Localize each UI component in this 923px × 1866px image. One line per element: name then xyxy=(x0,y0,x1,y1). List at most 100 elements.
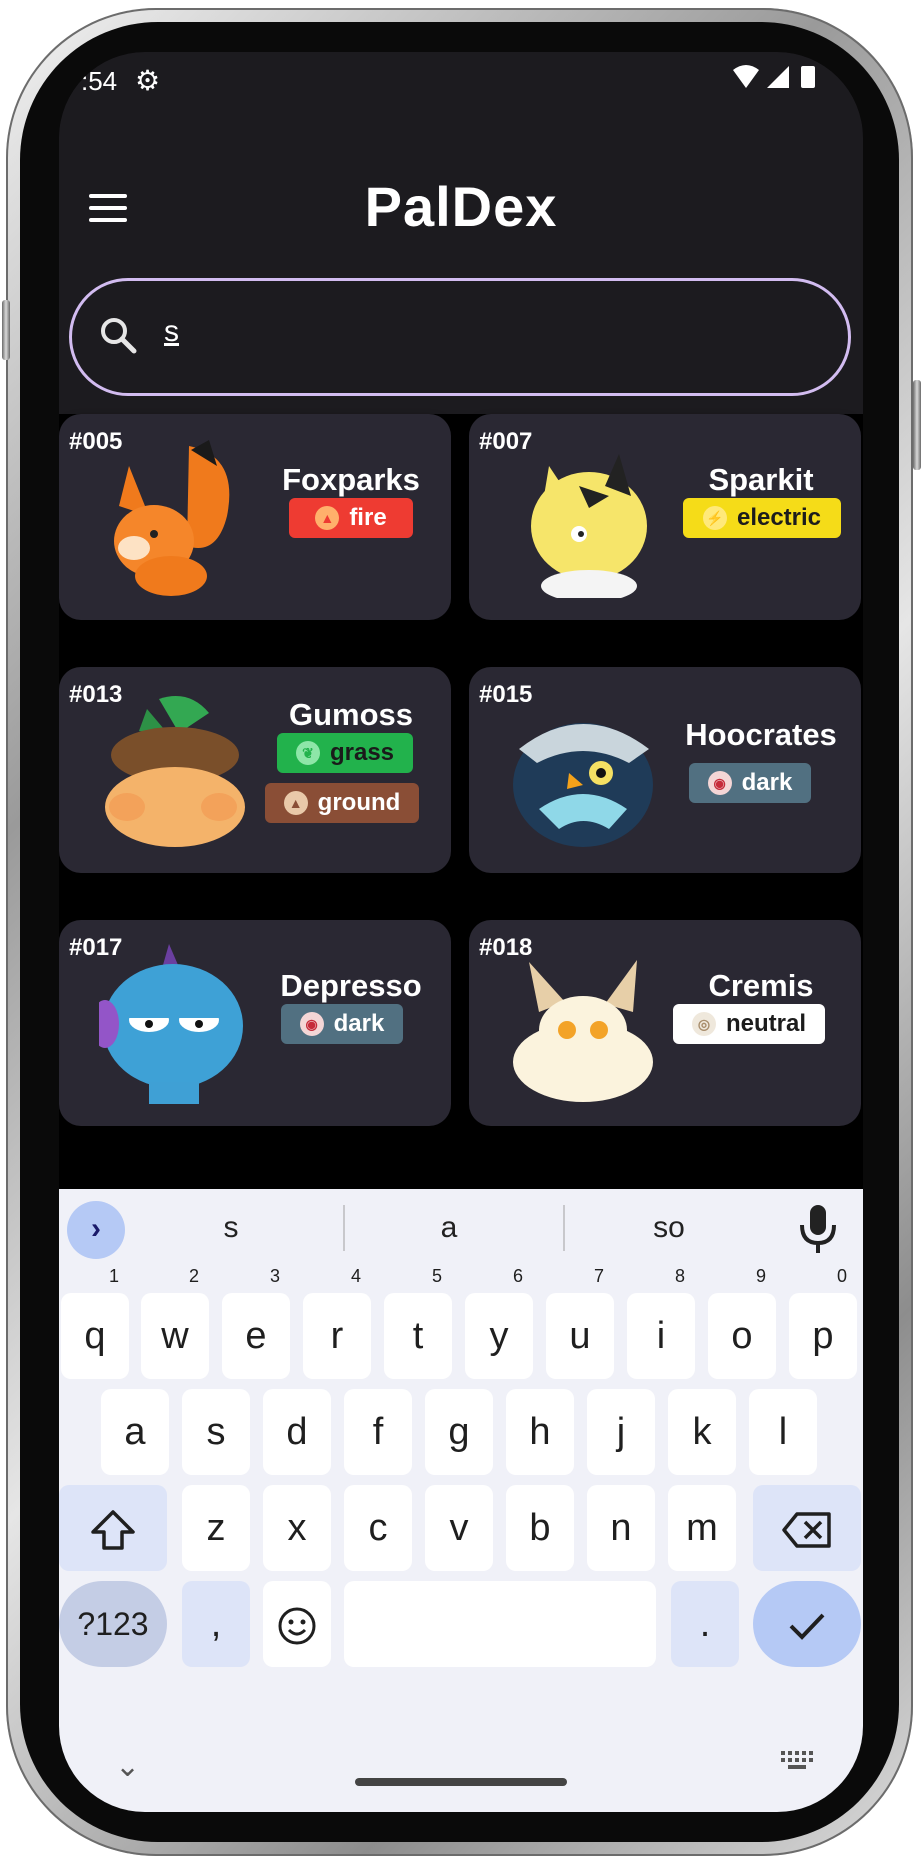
chevron-down-icon[interactable]: ⌄ xyxy=(115,1749,140,1784)
key-g[interactable]: g xyxy=(425,1389,493,1475)
pal-name: Foxparks xyxy=(282,462,420,497)
key-h[interactable]: h xyxy=(506,1389,574,1475)
type-badge-ground: ▲ ground xyxy=(265,783,419,823)
key-u[interactable]: 7u xyxy=(546,1267,614,1379)
key-period[interactable]: . xyxy=(671,1581,739,1667)
search-field[interactable]: s xyxy=(69,278,851,396)
pal-card-gumoss[interactable]: #013 Gumoss ❦ grass ▲ ground xyxy=(59,667,451,873)
system-icons xyxy=(731,64,823,97)
emoji-key[interactable] xyxy=(263,1581,331,1667)
pal-name: Hoocrates xyxy=(685,717,837,752)
search-icon xyxy=(101,318,137,354)
type-badge-grass: ❦ grass xyxy=(277,733,413,773)
key-y[interactable]: 6y xyxy=(465,1267,533,1379)
type-badge-electric: ⚡ electric xyxy=(683,498,841,538)
gumoss-image xyxy=(105,696,245,847)
key-o[interactable]: 9o xyxy=(708,1267,776,1379)
space-key[interactable] xyxy=(344,1581,656,1667)
pal-name: Sparkit xyxy=(708,462,814,497)
type-label: ground xyxy=(317,789,401,816)
key-comma[interactable]: , xyxy=(182,1581,250,1667)
key-b[interactable]: b xyxy=(506,1485,574,1571)
ground-icon: ▲ xyxy=(283,791,308,815)
grass-icon: ❦ xyxy=(295,741,320,765)
suggestion-3[interactable]: so xyxy=(609,1211,729,1245)
app-bar: PalDex s xyxy=(59,102,863,414)
chevron-right-icon[interactable]: › xyxy=(67,1201,125,1259)
key-w[interactable]: 2w xyxy=(141,1267,209,1379)
key-d[interactable]: d xyxy=(263,1389,331,1475)
gear-icon: ⚙ xyxy=(135,65,161,96)
key-t[interactable]: 5t xyxy=(384,1267,452,1379)
home-indicator[interactable] xyxy=(355,1778,567,1786)
electric-icon: ⚡ xyxy=(702,506,727,530)
key-n[interactable]: n xyxy=(587,1485,655,1571)
status-time: :54 xyxy=(81,66,118,96)
pal-card-cremis[interactable]: #018 Cremis ◎ neutral xyxy=(469,920,861,1126)
pal-name: Depresso xyxy=(280,968,422,1003)
key-s[interactable]: s xyxy=(182,1389,250,1475)
key-x[interactable]: x xyxy=(263,1485,331,1571)
key-f[interactable]: f xyxy=(344,1389,412,1475)
phone-side-button xyxy=(2,300,10,360)
cremis-image xyxy=(513,960,653,1102)
pal-name: Gumoss xyxy=(288,697,414,732)
type-label: grass xyxy=(329,739,395,766)
symbols-key[interactable]: ?123 xyxy=(59,1581,167,1667)
shift-icon xyxy=(91,1510,135,1550)
page-title: PalDex xyxy=(364,175,558,238)
backspace-key[interactable] xyxy=(753,1485,861,1571)
suggestion-divider xyxy=(563,1205,565,1251)
pal-card-hoocrates[interactable]: #015 Hoocrates ◉ dark xyxy=(469,667,861,873)
pal-card-sparkit[interactable]: #007 Sparkit ⚡ electric xyxy=(469,414,861,620)
fire-icon: ▲ xyxy=(315,506,340,530)
key-j[interactable]: j xyxy=(587,1389,655,1475)
keyboard-icon[interactable] xyxy=(781,1751,815,1773)
hoocrates-image xyxy=(513,723,653,847)
type-label: dark xyxy=(333,1010,385,1037)
key-q[interactable]: 1q xyxy=(61,1267,129,1379)
dark-icon: ◉ xyxy=(707,771,732,795)
type-label: electric xyxy=(736,504,822,531)
type-badge-dark: ◉ dark xyxy=(281,1004,403,1044)
battery-icon xyxy=(801,66,815,88)
enter-key[interactable] xyxy=(753,1581,861,1667)
type-badge-neutral: ◎ neutral xyxy=(673,1004,825,1044)
on-screen-keyboard: › s a so 1q 2w 3e 4r 5t 6y 7u 8i 9o 0p a… xyxy=(59,1189,863,1812)
suggestion-2[interactable]: a xyxy=(389,1211,509,1245)
mic-icon[interactable] xyxy=(795,1201,841,1257)
key-v[interactable]: v xyxy=(425,1485,493,1571)
key-m[interactable]: m xyxy=(668,1485,736,1571)
key-p[interactable]: 0p xyxy=(789,1267,857,1379)
pal-card-depresso[interactable]: #017 Depresso ◉ dark xyxy=(59,920,451,1126)
dark-icon: ◉ xyxy=(299,1012,324,1036)
foxparks-image xyxy=(114,440,230,596)
key-e[interactable]: 3e xyxy=(222,1267,290,1379)
depresso-image xyxy=(99,944,243,1104)
type-label: dark xyxy=(741,769,793,796)
phone-side-button xyxy=(913,380,921,470)
type-badge-fire: ▲ fire xyxy=(289,498,413,538)
status-bar: :54 ⚙ xyxy=(59,52,863,102)
key-c[interactable]: c xyxy=(344,1485,412,1571)
neutral-icon: ◎ xyxy=(691,1012,716,1036)
type-label: fire xyxy=(349,504,387,531)
wifi-icon xyxy=(733,65,815,88)
shift-key[interactable] xyxy=(59,1485,167,1571)
check-icon xyxy=(789,1613,825,1640)
suggestion-divider xyxy=(343,1205,345,1251)
pal-name: Cremis xyxy=(708,968,814,1003)
key-a[interactable]: a xyxy=(101,1389,169,1475)
screen: :54 ⚙ PalDex s #005 Foxparks ▲ fire #007… xyxy=(59,52,863,1812)
key-k[interactable]: k xyxy=(668,1389,736,1475)
emoji-icon xyxy=(278,1607,316,1645)
search-input[interactable]: s xyxy=(164,315,179,349)
type-badge-dark: ◉ dark xyxy=(689,763,811,803)
key-r[interactable]: 4r xyxy=(303,1267,371,1379)
type-label: neutral xyxy=(725,1010,806,1037)
key-z[interactable]: z xyxy=(182,1485,250,1571)
pal-card-foxparks[interactable]: #005 Foxparks ▲ fire xyxy=(59,414,451,620)
key-i[interactable]: 8i xyxy=(627,1267,695,1379)
key-l[interactable]: l xyxy=(749,1389,817,1475)
suggestion-1[interactable]: s xyxy=(171,1211,291,1245)
